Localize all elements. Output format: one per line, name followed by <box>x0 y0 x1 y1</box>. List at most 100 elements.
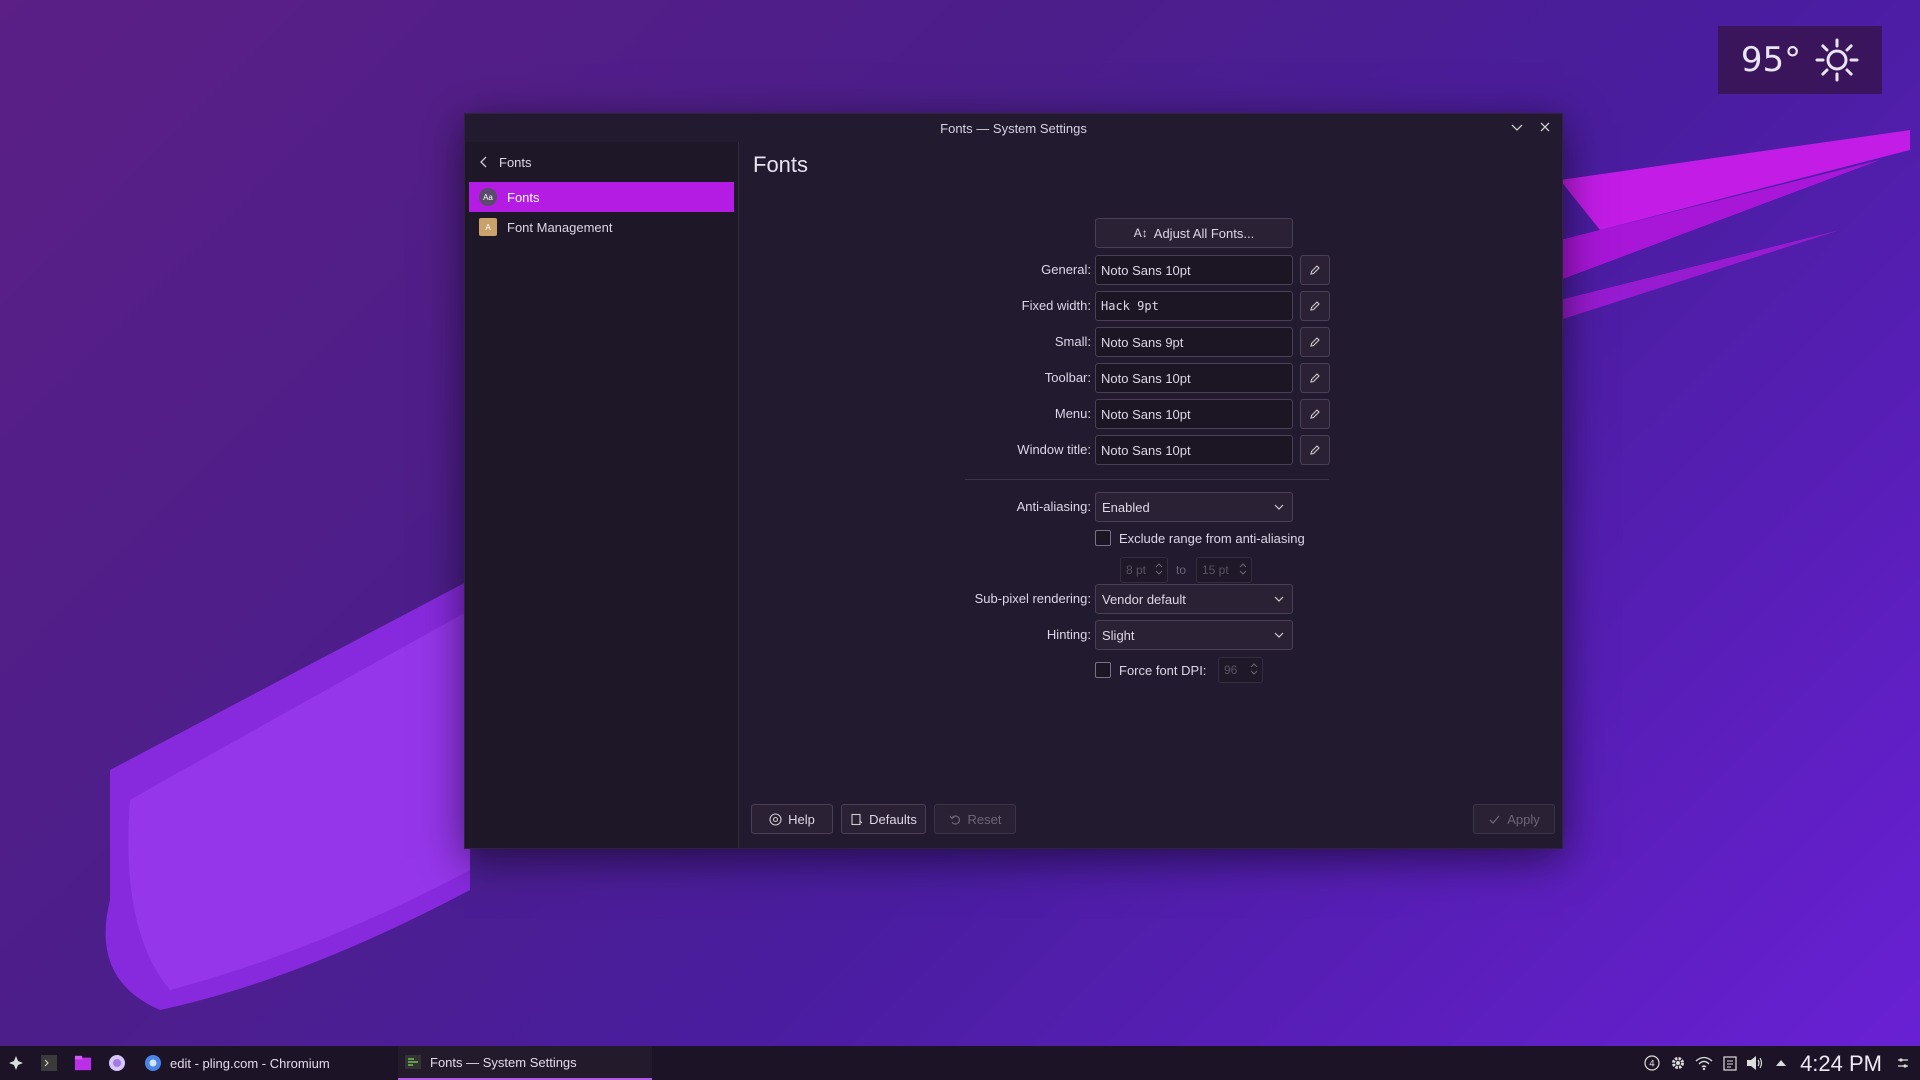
spin-arrows-icon <box>1239 563 1247 575</box>
chevron-up-icon[interactable] <box>1772 1054 1790 1072</box>
sun-icon <box>1815 38 1859 82</box>
checkbox-box[interactable] <box>1095 662 1111 678</box>
window-title-font-field[interactable]: Noto Sans 10pt <box>1095 435 1293 465</box>
wifi-icon[interactable] <box>1695 1054 1713 1072</box>
fixed-width-font-field[interactable]: Hack 9pt <box>1095 291 1293 321</box>
terminal-icon[interactable] <box>40 1054 58 1072</box>
clock[interactable]: 4:24 PM <box>1800 1051 1882 1077</box>
checkmark-icon <box>1489 815 1500 824</box>
page-title: Fonts <box>753 152 809 177</box>
sidebar-header-label: Fonts <box>499 154 532 170</box>
notifications-icon[interactable]: 4 <box>1643 1054 1661 1072</box>
sidebar-item-font-management[interactable]: A Font Management <box>469 212 734 242</box>
exclude-to-value: 15 pt <box>1202 563 1229 577</box>
sidebar-item-label: Fonts <box>507 189 540 205</box>
defaults-button[interactable]: Defaults <box>841 804 926 834</box>
font-management-icon: A <box>479 218 497 236</box>
taskbar: edit - pling.com - Chromium Fonts — Syst… <box>0 1046 1920 1080</box>
checkbox-box[interactable] <box>1095 530 1111 546</box>
adjust-all-fonts-button[interactable]: A↕ Adjust All Fonts... <box>1095 218 1293 248</box>
toolbar-label: Toolbar: <box>1044 370 1091 385</box>
weather-widget[interactable]: 95° <box>1718 26 1882 94</box>
clipboard-icon[interactable] <box>1721 1054 1739 1072</box>
file-manager-icon[interactable] <box>74 1054 92 1072</box>
menu-label: Menu: <box>1054 406 1091 421</box>
edit-icon <box>1310 337 1320 347</box>
adjust-all-fonts-label: Adjust All Fonts... <box>1153 225 1255 241</box>
exclude-from-value: 8 pt <box>1126 563 1147 577</box>
spin-arrows-icon <box>1155 563 1163 575</box>
menu-font-picker-button[interactable] <box>1300 399 1330 429</box>
edit-icon <box>1310 265 1320 275</box>
antialiasing-select[interactable]: Enabled <box>1095 492 1293 522</box>
font-icon: Aa <box>479 188 497 206</box>
edit-icon <box>1310 301 1320 311</box>
apply-button[interactable]: Apply <box>1473 804 1555 834</box>
settings-window: Fonts — System Settings Fonts Aa Fonts A… <box>464 113 1563 849</box>
window-title-label: Window title: <box>1017 442 1091 457</box>
fixed-width-font-picker-button[interactable] <box>1300 291 1330 321</box>
window-title-font-picker-button[interactable] <box>1300 435 1330 465</box>
exclude-range-label: Exclude range from anti-aliasing <box>1119 530 1305 546</box>
main-panel: Fonts A↕ Adjust All Fonts... General: No… <box>739 142 1562 848</box>
force-dpi-checkbox[interactable]: Force font DPI: <box>1095 662 1206 678</box>
menu-font-field[interactable]: Noto Sans 10pt <box>1095 399 1293 429</box>
toolbar-font-picker-button[interactable] <box>1300 363 1330 393</box>
sidebar: Fonts Aa Fonts A Font Management <box>465 142 739 848</box>
task-system-settings[interactable]: Fonts — System Settings <box>398 1046 652 1080</box>
antialiasing-label: Anti-aliasing: <box>1016 499 1091 514</box>
svg-text:4: 4 <box>1649 1060 1655 1070</box>
exclude-to-spinbox[interactable]: 15 pt <box>1196 557 1252 583</box>
force-dpi-value: 96 <box>1224 663 1238 677</box>
general-font-picker-button[interactable] <box>1300 255 1330 285</box>
sidebar-back[interactable]: Fonts <box>465 142 738 182</box>
force-dpi-label: Force font DPI: <box>1119 662 1207 678</box>
force-dpi-spinbox[interactable]: 96 <box>1218 657 1263 683</box>
defaults-icon <box>851 813 863 825</box>
general-font-field[interactable]: Noto Sans 10pt <box>1095 255 1293 285</box>
titlebar[interactable]: Fonts — System Settings <box>465 114 1562 142</box>
apply-label: Apply <box>1507 811 1540 827</box>
sidebar-item-fonts[interactable]: Aa Fonts <box>469 182 734 212</box>
task-chromium[interactable]: edit - pling.com - Chromium <box>138 1046 392 1080</box>
task-label: edit - pling.com - Chromium <box>170 1055 330 1071</box>
edit-icon <box>1310 373 1320 383</box>
minimize-button[interactable] <box>1510 120 1524 134</box>
general-label: General: <box>1041 262 1091 277</box>
close-icon <box>1540 122 1550 132</box>
close-button[interactable] <box>1538 120 1552 134</box>
sidebar-item-label: Font Management <box>507 219 613 235</box>
edit-icon <box>1310 445 1320 455</box>
browser-icon[interactable] <box>108 1054 126 1072</box>
chromium-icon <box>145 1055 161 1071</box>
exclude-range-checkbox[interactable]: Exclude range from anti-aliasing <box>1095 530 1305 546</box>
panel-settings-icon[interactable] <box>1894 1054 1912 1072</box>
spin-arrows-icon <box>1250 663 1258 675</box>
reset-button[interactable]: Reset <box>934 804 1016 834</box>
hinting-value: Slight <box>1102 627 1135 643</box>
edit-icon <box>1310 409 1320 419</box>
hinting-label: Hinting: <box>1046 627 1091 642</box>
font-size-icon: A↕ <box>1133 226 1148 240</box>
small-label: Small: <box>1054 334 1091 349</box>
antialiasing-value: Enabled <box>1102 499 1150 515</box>
to-label: to <box>1176 563 1187 577</box>
window-title: Fonts — System Settings <box>940 120 1087 136</box>
gear-icon[interactable] <box>1669 1054 1687 1072</box>
volume-icon[interactable] <box>1746 1054 1764 1072</box>
temperature: 95° <box>1740 40 1802 80</box>
reset-label: Reset <box>967 811 1002 827</box>
subpixel-select[interactable]: Vendor default <box>1095 584 1293 614</box>
settings-icon <box>405 1055 421 1069</box>
hinting-select[interactable]: Slight <box>1095 620 1293 650</box>
help-label: Help <box>788 811 815 827</box>
small-font-field[interactable]: Noto Sans 9pt <box>1095 327 1293 357</box>
help-button[interactable]: Help <box>751 804 833 834</box>
app-launcher-icon[interactable] <box>7 1054 25 1072</box>
undo-icon <box>949 814 960 825</box>
toolbar-font-field[interactable]: Noto Sans 10pt <box>1095 363 1293 393</box>
defaults-label: Defaults <box>869 811 917 827</box>
chevron-down-icon <box>1274 632 1284 638</box>
exclude-from-spinbox[interactable]: 8 pt <box>1120 557 1168 583</box>
small-font-picker-button[interactable] <box>1300 327 1330 357</box>
